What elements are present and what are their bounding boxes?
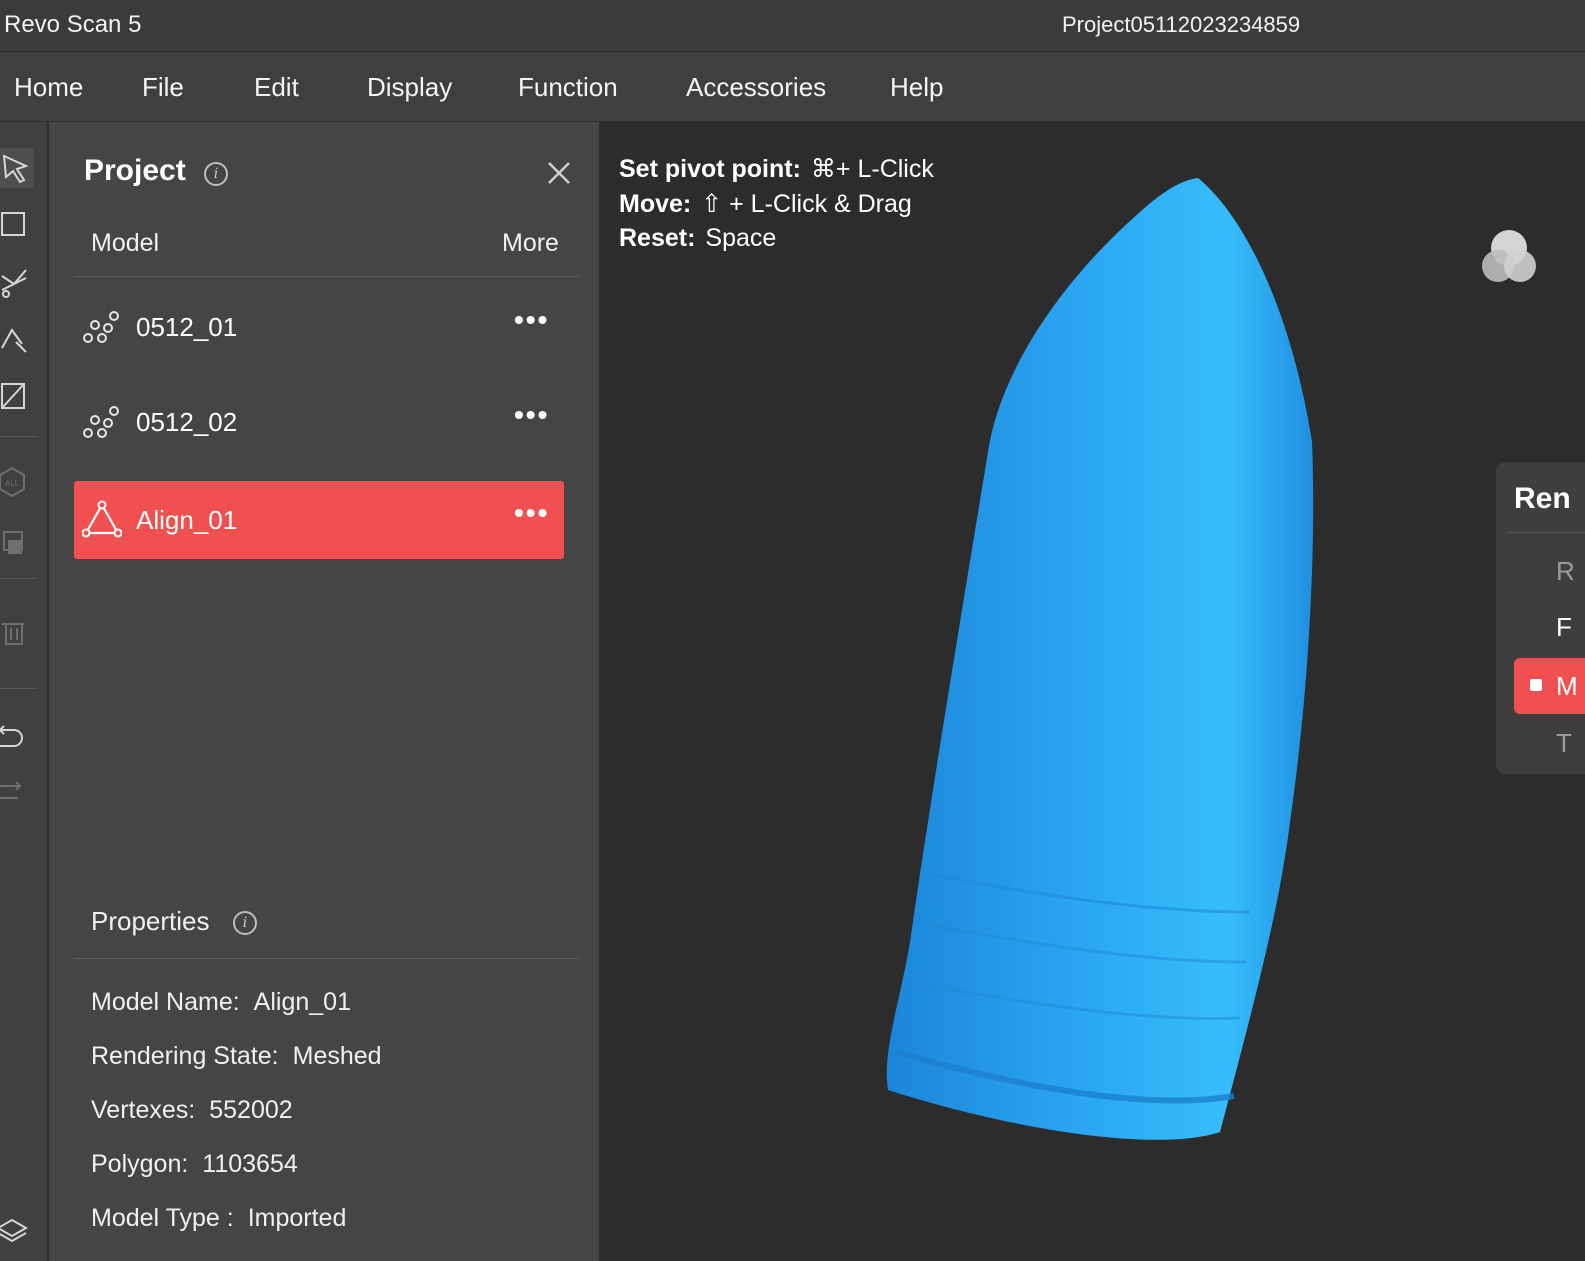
model-name: 0512_01 bbox=[136, 312, 238, 342]
hint-reset: Reset: Space bbox=[619, 224, 776, 253]
selected-dot-icon bbox=[1530, 679, 1542, 691]
toolbar-separator bbox=[0, 578, 36, 579]
property-model-type: Model Type : Imported bbox=[91, 1204, 346, 1233]
redo-icon[interactable] bbox=[0, 770, 34, 810]
model-row[interactable]: 0512_01 ••• bbox=[74, 288, 564, 366]
delete-icon[interactable] bbox=[0, 612, 34, 652]
rectangle-select-icon[interactable] bbox=[0, 204, 34, 244]
menu-help[interactable]: Help bbox=[890, 72, 943, 103]
menu-edit[interactable]: Edit bbox=[254, 72, 299, 103]
property-value: Align_01 bbox=[253, 988, 351, 1016]
layers-icon[interactable] bbox=[0, 1210, 34, 1250]
3d-viewport[interactable]: Set pivot point: ⌘+ L-Click Move: ⇧ + L-Cl… bbox=[600, 122, 1585, 1261]
render-option[interactable]: R bbox=[1556, 556, 1575, 587]
svg-text:ALL: ALL bbox=[5, 479, 20, 488]
info-icon[interactable]: i bbox=[204, 162, 228, 186]
property-label: Model Type : bbox=[91, 1204, 234, 1232]
scanned-model-mesh[interactable] bbox=[600, 122, 1585, 1261]
render-panel-title: Ren bbox=[1514, 482, 1571, 515]
toolbar-separator bbox=[0, 436, 36, 437]
point-cloud-icon bbox=[82, 306, 122, 346]
invert-select-icon[interactable] bbox=[0, 376, 34, 416]
property-value: Imported bbox=[247, 1204, 347, 1232]
model-name: Align_01 bbox=[136, 505, 238, 535]
hint-label: Set pivot point: bbox=[619, 155, 801, 183]
more-column-header: More bbox=[502, 229, 559, 257]
model-row-selected[interactable]: Align_01 ••• bbox=[74, 481, 564, 559]
app-window: Revo Scan 5 Project05112023234859 Home F… bbox=[0, 0, 1585, 1261]
hint-move: Move: ⇧ + L-Click & Drag bbox=[619, 189, 912, 219]
title-bar: Revo Scan 5 Project05112023234859 bbox=[0, 0, 1585, 52]
hint-value: ⌘+ L-Click bbox=[810, 155, 934, 183]
select-arrow-icon[interactable] bbox=[0, 148, 34, 188]
undo-icon[interactable] bbox=[0, 716, 34, 756]
project-title: Project05112023234859 bbox=[1062, 12, 1301, 37]
menu-function[interactable]: Function bbox=[518, 72, 618, 103]
lasso-select-icon[interactable] bbox=[0, 262, 34, 302]
render-panel: Ren R F M T bbox=[1496, 462, 1585, 774]
property-polygon: Polygon: 1103654 bbox=[91, 1150, 298, 1179]
row-more-button[interactable]: ••• bbox=[514, 399, 549, 431]
color-mode-icon[interactable] bbox=[1478, 226, 1540, 288]
info-icon[interactable]: i bbox=[233, 911, 257, 935]
render-option[interactable]: T bbox=[1556, 728, 1572, 759]
render-option[interactable]: F bbox=[1556, 612, 1572, 643]
select-connected-icon[interactable] bbox=[0, 520, 34, 560]
panel-title: Project bbox=[84, 154, 186, 187]
close-icon[interactable] bbox=[546, 160, 572, 186]
render-divider bbox=[1508, 532, 1585, 533]
select-all-icon[interactable]: ALL bbox=[0, 462, 34, 502]
model-row[interactable]: 0512_02 ••• bbox=[74, 383, 564, 461]
property-value: Meshed bbox=[292, 1042, 382, 1070]
menu-display[interactable]: Display bbox=[367, 72, 452, 103]
properties-title: Properties bbox=[91, 906, 210, 936]
hint-value: ⇧ + L-Click & Drag bbox=[701, 190, 912, 218]
app-title: Revo Scan 5 bbox=[4, 11, 142, 38]
property-label: Model Name: bbox=[91, 988, 240, 1016]
hint-value: Space bbox=[705, 224, 777, 252]
project-panel: Project i Model More 0512_01 ••• 0512_02… bbox=[49, 122, 599, 1261]
menu-file[interactable]: File bbox=[142, 72, 184, 103]
render-option-label: M bbox=[1556, 671, 1578, 701]
brush-select-icon[interactable] bbox=[0, 320, 34, 360]
menu-bar: Home File Edit Display Function Accessor… bbox=[0, 52, 1585, 122]
property-value: 552002 bbox=[209, 1096, 293, 1124]
toolbar-separator bbox=[0, 688, 36, 689]
property-label: Polygon: bbox=[91, 1150, 189, 1178]
property-label: Rendering State: bbox=[91, 1042, 279, 1070]
hint-label: Move: bbox=[619, 190, 692, 218]
menu-home[interactable]: Home bbox=[14, 72, 83, 103]
model-name: 0512_02 bbox=[136, 407, 238, 437]
model-column-header: Model bbox=[91, 229, 160, 257]
point-cloud-icon bbox=[82, 401, 122, 441]
mesh-triangle-icon bbox=[81, 499, 123, 539]
property-model-name: Model Name: Align_01 bbox=[91, 988, 351, 1017]
row-more-button[interactable]: ••• bbox=[514, 497, 549, 529]
hint-label: Reset: bbox=[619, 224, 696, 252]
property-vertexes: Vertexes: 552002 bbox=[91, 1096, 293, 1125]
property-label: Vertexes: bbox=[91, 1096, 196, 1124]
row-more-button[interactable]: ••• bbox=[514, 304, 549, 336]
header-divider bbox=[74, 276, 579, 277]
properties-divider bbox=[74, 958, 579, 959]
left-toolbar: ALL bbox=[0, 122, 48, 1261]
hint-pivot: Set pivot point: ⌘+ L-Click bbox=[619, 154, 934, 184]
property-rendering-state: Rendering State: Meshed bbox=[91, 1042, 382, 1071]
property-value: 1103654 bbox=[202, 1150, 298, 1178]
render-option-selected[interactable]: M bbox=[1514, 658, 1585, 714]
menu-accessories[interactable]: Accessories bbox=[686, 72, 826, 103]
model-body bbox=[886, 178, 1314, 1140]
